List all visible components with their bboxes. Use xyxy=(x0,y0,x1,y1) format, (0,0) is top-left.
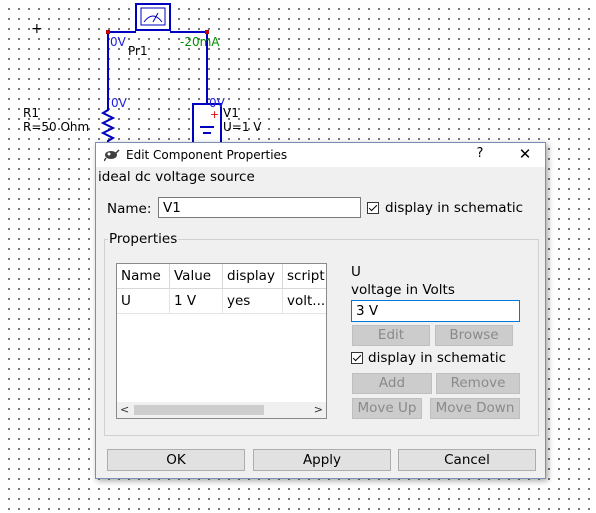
column-header-display[interactable]: display xyxy=(223,264,283,288)
selected-param-name: U xyxy=(351,264,361,280)
param-display-checkbox[interactable] xyxy=(351,352,363,364)
column-header-value[interactable]: Value xyxy=(170,264,223,288)
ok-button[interactable]: OK xyxy=(107,449,245,471)
remove-button[interactable]: Remove xyxy=(436,373,520,394)
resistor-value-label: R=50 Ohm xyxy=(23,120,90,134)
apply-button[interactable]: Apply xyxy=(253,449,391,471)
param-value-input[interactable] xyxy=(351,300,520,322)
cancel-button[interactable]: Cancel xyxy=(398,449,536,471)
resistor-r1 xyxy=(100,104,116,145)
edit-component-dialog: Edit Component Properties ? ✕ ideal dc v… xyxy=(95,142,546,479)
scroll-left-icon[interactable]: < xyxy=(120,403,129,416)
scrollbar-thumb[interactable] xyxy=(134,405,264,415)
close-icon[interactable]: ✕ xyxy=(514,145,536,165)
component-name-input[interactable] xyxy=(158,197,361,218)
properties-table[interactable]: Name Value display script U 1 V yes volt… xyxy=(116,263,327,419)
properties-group-title: Properties xyxy=(108,231,179,247)
table-row[interactable]: U 1 V yes volt... xyxy=(117,289,326,314)
scroll-right-icon[interactable]: > xyxy=(314,403,323,416)
selected-param-description: voltage in Volts xyxy=(351,282,455,298)
table-header: Name Value display script xyxy=(117,264,326,289)
move-down-button[interactable]: Move Down xyxy=(430,398,520,419)
column-header-description[interactable]: script xyxy=(283,264,326,288)
dialog-titlebar[interactable]: Edit Component Properties ? ✕ xyxy=(96,143,545,167)
component-description: ideal dc voltage source xyxy=(98,169,255,185)
resistor-voltage-label: 0V xyxy=(111,96,127,110)
cell-value: 1 V xyxy=(170,289,223,313)
display-in-schematic-checkbox[interactable] xyxy=(367,202,379,214)
source-name-label: V1 xyxy=(223,106,239,120)
table-horizontal-scrollbar[interactable]: < > xyxy=(117,402,326,418)
probe-name-label: Pr1 xyxy=(128,44,148,58)
help-button[interactable]: ? xyxy=(470,146,490,164)
source-plus-label: + xyxy=(210,108,220,121)
column-header-name[interactable]: Name xyxy=(117,264,170,288)
qucs-app-icon xyxy=(104,149,120,162)
probe-pr1 xyxy=(135,3,171,31)
browse-button[interactable]: Browse xyxy=(435,325,513,346)
param-display-label: display in schematic xyxy=(368,350,507,366)
dialog-title: Edit Component Properties xyxy=(126,148,288,162)
cell-name: U xyxy=(117,289,170,313)
cell-description: volt... xyxy=(287,293,326,309)
move-up-button[interactable]: Move Up xyxy=(352,398,422,419)
probe-current-label: -20mA xyxy=(180,35,220,49)
display-in-schematic-label: display in schematic xyxy=(385,200,524,216)
resistor-name-label: R1 xyxy=(23,106,39,120)
add-button[interactable]: Add xyxy=(352,373,432,394)
cursor-crosshair: + xyxy=(31,21,43,37)
name-label: Name: xyxy=(107,201,152,217)
probe-voltage-label: 0V xyxy=(110,35,126,49)
source-value-label: U=1 V xyxy=(223,120,262,134)
edit-button[interactable]: Edit xyxy=(352,325,430,346)
cell-display: yes xyxy=(223,289,283,313)
